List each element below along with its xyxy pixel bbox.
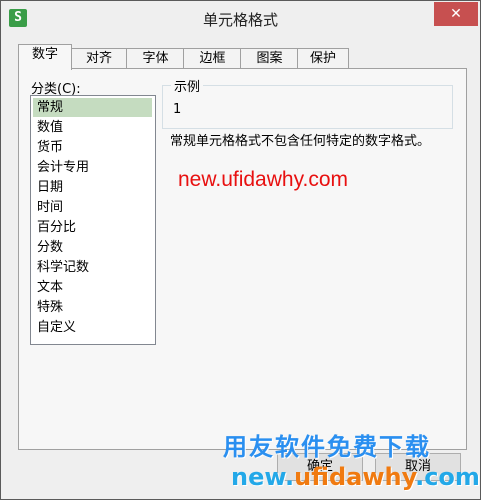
dialog-title: 单元格格式 [202,11,278,29]
category-list[interactable]: 常规 数值 货币 会计专用 日期 时间 百分比 分数 科学记数 文本 特殊 自定… [30,95,156,345]
close-icon: ✕ [450,6,462,22]
tab-protection[interactable]: 保护 [297,48,349,69]
category-item-fraction[interactable]: 分数 [33,238,152,257]
category-item-number[interactable]: 数值 [33,118,152,137]
number-tab-panel: 分类(C): 常规 数值 货币 会计专用 日期 时间 百分比 分数 科学记数 文… [18,68,467,450]
watermark-domain-right: .com [415,463,480,491]
title-bar[interactable]: S 单元格格式 ✕ [1,1,480,35]
tab-alignment[interactable]: 对齐 [70,48,128,69]
category-item-time[interactable]: 时间 [33,198,152,217]
watermark-domain-left: new. [231,463,295,491]
sample-value: 1 [173,102,182,117]
category-item-general[interactable]: 常规 [33,98,152,117]
format-cells-dialog: S 单元格格式 ✕ 数字 对齐 字体 边框 图案 保护 分类(C): 常规 数值… [0,0,481,500]
close-button[interactable]: ✕ [434,2,478,26]
category-item-special[interactable]: 特殊 [33,298,152,317]
category-item-currency[interactable]: 货币 [33,138,152,157]
watermark-domain: new.ufidawhy.com [231,463,480,491]
watermark-domain-mid: ufidawhy [294,463,416,491]
tab-font[interactable]: 字体 [126,48,185,69]
category-item-date[interactable]: 日期 [33,178,152,197]
tab-number[interactable]: 数字 [18,44,72,70]
sample-group: 示例 1 [162,76,453,129]
sample-legend: 示例 [171,76,204,95]
tab-pattern[interactable]: 图案 [240,48,299,69]
category-item-scientific[interactable]: 科学记数 [33,258,152,277]
category-item-custom[interactable]: 自定义 [33,318,152,337]
category-item-percentage[interactable]: 百分比 [33,218,152,237]
watermark-url: new.ufidawhy.com [178,168,349,191]
category-item-accounting[interactable]: 会计专用 [33,158,152,177]
category-item-text[interactable]: 文本 [33,278,152,297]
tab-border[interactable]: 边框 [183,48,242,69]
format-description: 常规单元格格式不包含任何特定的数字格式。 [170,134,431,149]
watermark-brand: 用友软件免费下载 [223,433,431,461]
tab-strip: 数字 对齐 字体 边框 图案 保护 [1,41,480,70]
